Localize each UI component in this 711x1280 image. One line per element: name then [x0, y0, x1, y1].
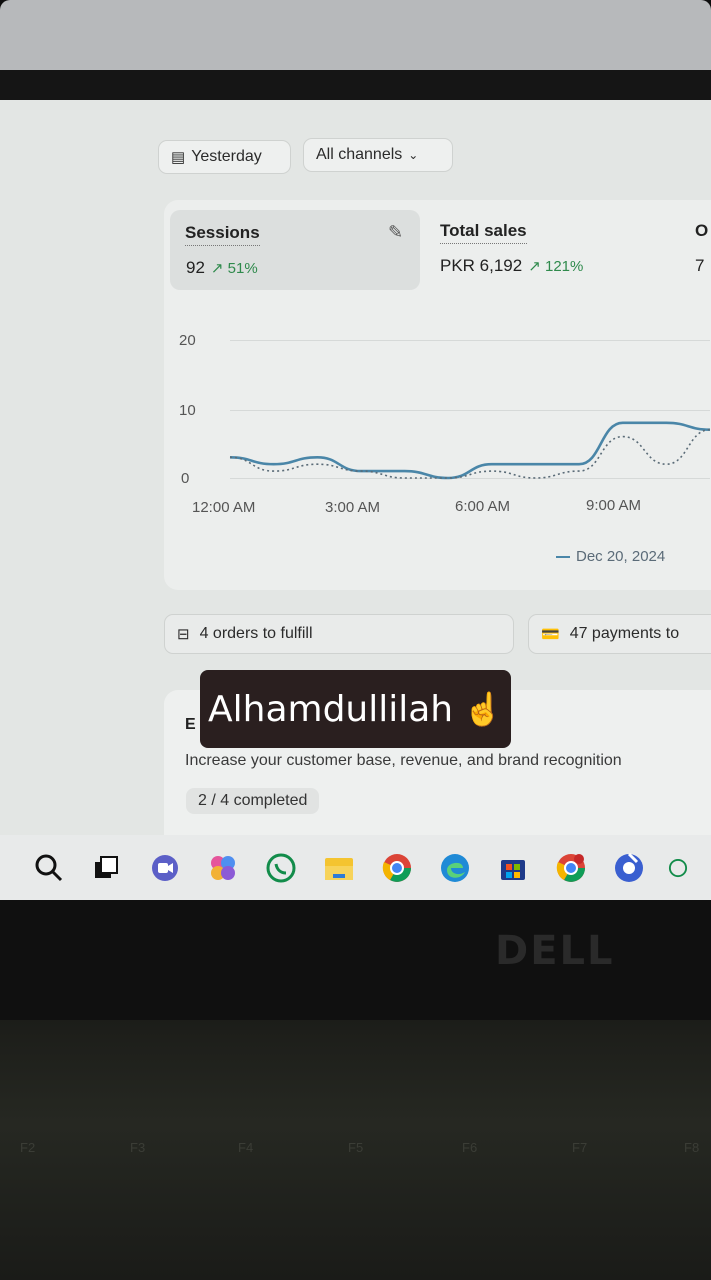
keyboard-key: F7 [572, 1140, 588, 1155]
teams-meet-icon[interactable] [146, 849, 184, 887]
orders-to-fulfill-label: 4 orders to fulfill [199, 625, 313, 642]
x-tick-label: 12:00 AM [192, 499, 256, 516]
setup-card-description: Increase your customer base, revenue, an… [185, 752, 622, 769]
x-tick-label: 3:00 AM [325, 499, 381, 516]
keyboard-key: F3 [130, 1140, 146, 1155]
chrome-profile-icon[interactable] [552, 849, 590, 887]
keyboard-key: F5 [348, 1140, 364, 1155]
pointing-up-emoji: ☝️ [463, 690, 503, 728]
microsoft-store-icon[interactable] [494, 849, 532, 887]
caption-text: Alhamdullilah [208, 688, 454, 730]
task-view-icon[interactable] [88, 849, 126, 887]
whatsapp-icon[interactable] [262, 849, 300, 887]
legend-label: Dec 20, 2024 [576, 548, 666, 565]
chart-series-line-0 [229, 421, 711, 480]
laptop-top-bezel [0, 70, 711, 100]
chart-legend: Dec 20, 2024 [556, 548, 665, 565]
story-caption: Alhamdullilah ☝️ [200, 670, 511, 748]
browser-icon[interactable] [610, 849, 648, 887]
search-icon[interactable] [30, 849, 68, 887]
x-tick-label: 9:00 AM [586, 497, 642, 514]
keyboard-key: F8 [684, 1140, 700, 1155]
setup-card-title: E [185, 716, 196, 733]
payments-icon: 💳 [541, 626, 560, 643]
keyboard-key: F4 [238, 1140, 254, 1155]
story-top-bar [0, 0, 711, 70]
file-explorer-icon[interactable] [320, 849, 358, 887]
inbox-icon: ⊟ [177, 626, 190, 643]
payments-button[interactable]: 💳 47 payments to [528, 614, 711, 654]
copilot-icon[interactable] [204, 849, 242, 887]
dell-logo: DELL [495, 928, 615, 974]
windows-taskbar [0, 835, 711, 900]
chrome-icon[interactable] [378, 849, 416, 887]
keyboard-key: F2 [20, 1140, 36, 1155]
whatsapp-icon-2[interactable] [668, 849, 688, 887]
setup-progress-badge: 2 / 4 completed [186, 788, 320, 814]
payments-label: 47 payments to [569, 625, 680, 642]
orders-to-fulfill-button[interactable]: ⊟ 4 orders to fulfill [164, 614, 514, 654]
legend-line-icon [556, 556, 570, 559]
keyboard-key: F6 [462, 1140, 478, 1155]
x-tick-label: 6:00 AM [455, 498, 511, 515]
edge-icon[interactable] [436, 849, 474, 887]
